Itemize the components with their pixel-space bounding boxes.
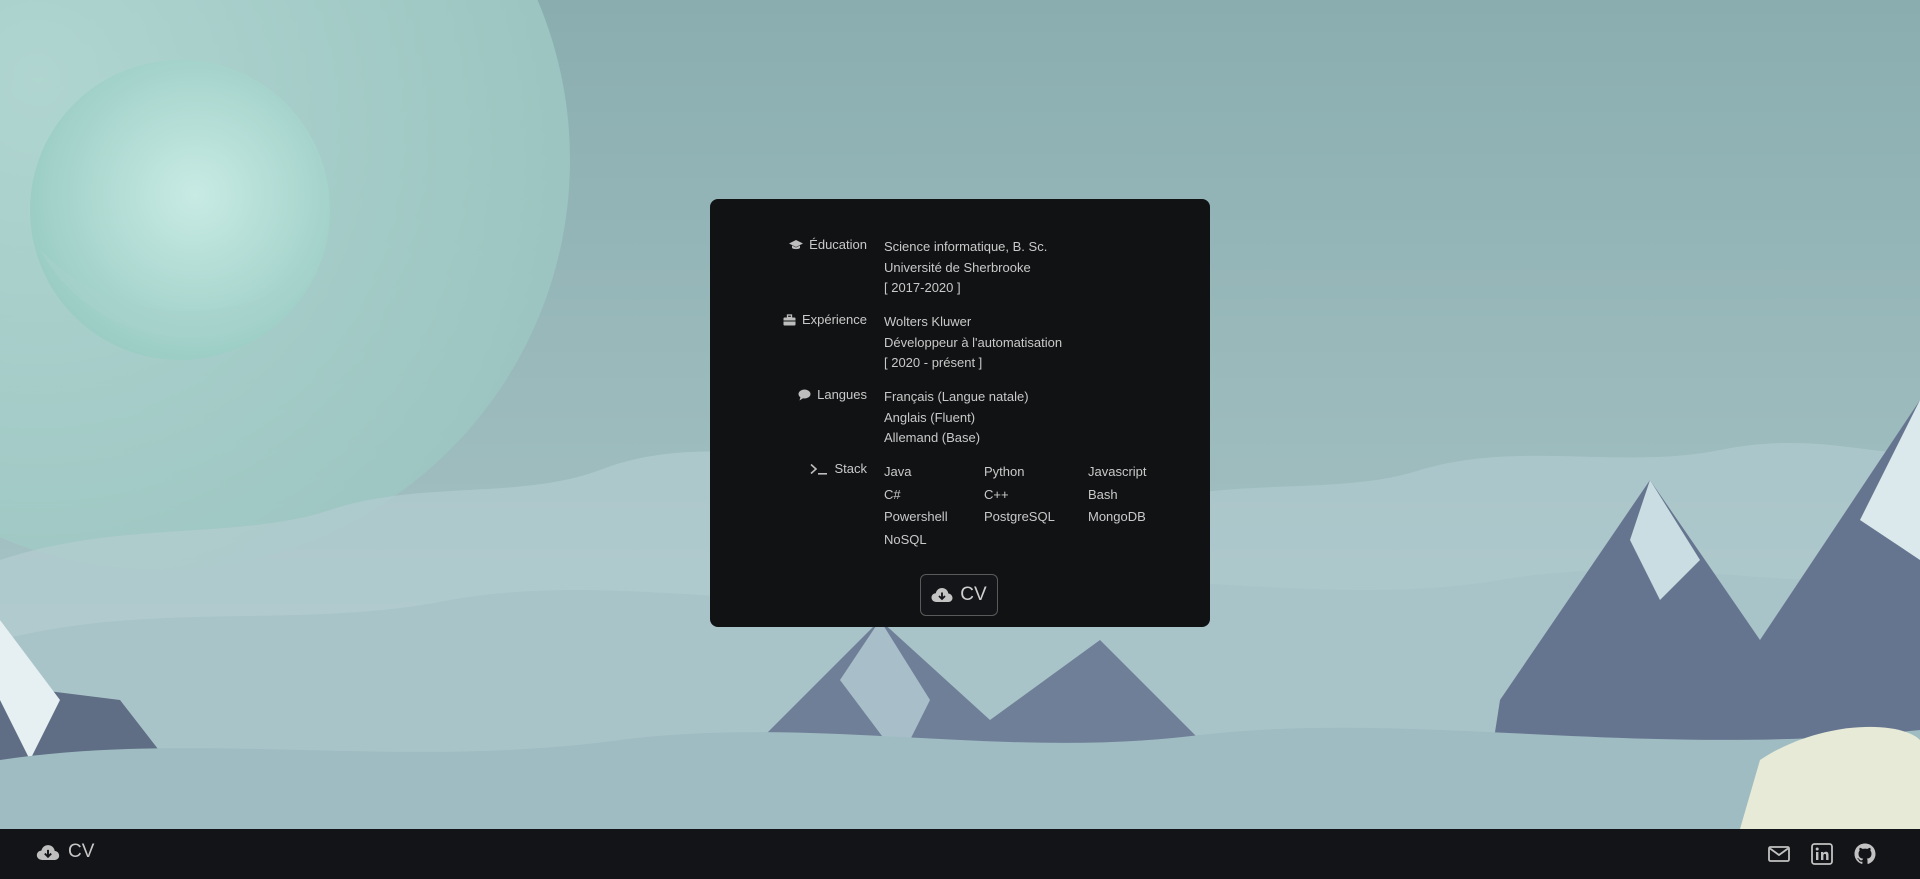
experience-values: Wolters Kluwer Développeur à l'automatis… [884, 312, 1062, 374]
cloud-download-icon [36, 844, 60, 860]
education-years: [ 2017-2020 ] [884, 280, 961, 295]
footer-cv-label: CV [68, 841, 95, 862]
language-item: Anglais (Fluent) [884, 409, 976, 425]
experience-years: [ 2020 - présent ] [884, 355, 983, 370]
stack-label-text: Stack [834, 461, 867, 476]
stack-item: Bash [1088, 486, 1118, 502]
github-icon[interactable] [1853, 842, 1877, 866]
footer-cv-link[interactable]: CV [36, 841, 94, 863]
experience-label: Expérience [783, 312, 867, 327]
stack-item: MongoDB [1088, 509, 1146, 524]
education-label: Éducation [789, 237, 867, 252]
stack-item: Javascript [1088, 464, 1147, 479]
language-item: Allemand (Base) [884, 430, 981, 445]
stack-item: Java [884, 464, 912, 479]
education-school: Université de Sherbrooke [884, 259, 1031, 275]
footer-bar: CV [0, 829, 1920, 879]
graduation-cap-icon [789, 239, 804, 249]
terminal-icon [810, 463, 828, 475]
profile-card: Éducation Science informatique, B. Sc. U… [710, 199, 1210, 627]
languages-label-text: Langues [817, 387, 867, 402]
stack-grid: Java Python Javascript C# C++ Bash Power… [884, 461, 1168, 551]
education-degree: Science informatique, B. Sc. [884, 239, 1048, 254]
stack-item: C# [884, 486, 901, 502]
experience-label-text: Expérience [801, 312, 867, 327]
stack-item: PostgreSQL [984, 509, 1055, 524]
cloud-download-icon [931, 588, 953, 602]
stack-item: Powershell [884, 509, 948, 524]
speech-bubble-icon [798, 389, 811, 400]
languages-values: Français (Langue natale) Anglais (Fluent… [884, 387, 1029, 449]
language-item: Français (Langue natale) [884, 389, 1029, 404]
education-values: Science informatique, B. Sc. Université … [884, 237, 1047, 299]
stack-item: NoSQL [884, 531, 927, 547]
briefcase-icon [783, 313, 796, 325]
education-label-text: Éducation [809, 237, 867, 252]
experience-role: Développeur à l'automatisation [884, 334, 1063, 350]
linkedin-icon[interactable] [1810, 842, 1834, 866]
download-cv-button[interactable]: CV [920, 574, 998, 616]
stack-item: Python [984, 464, 1025, 479]
stack-item: C++ [984, 486, 1009, 502]
stack-label: Stack [810, 461, 867, 476]
experience-company: Wolters Kluwer [884, 314, 972, 329]
download-cv-label: CV [960, 584, 987, 605]
languages-label: Langues [798, 387, 867, 402]
email-icon[interactable] [1767, 842, 1791, 866]
